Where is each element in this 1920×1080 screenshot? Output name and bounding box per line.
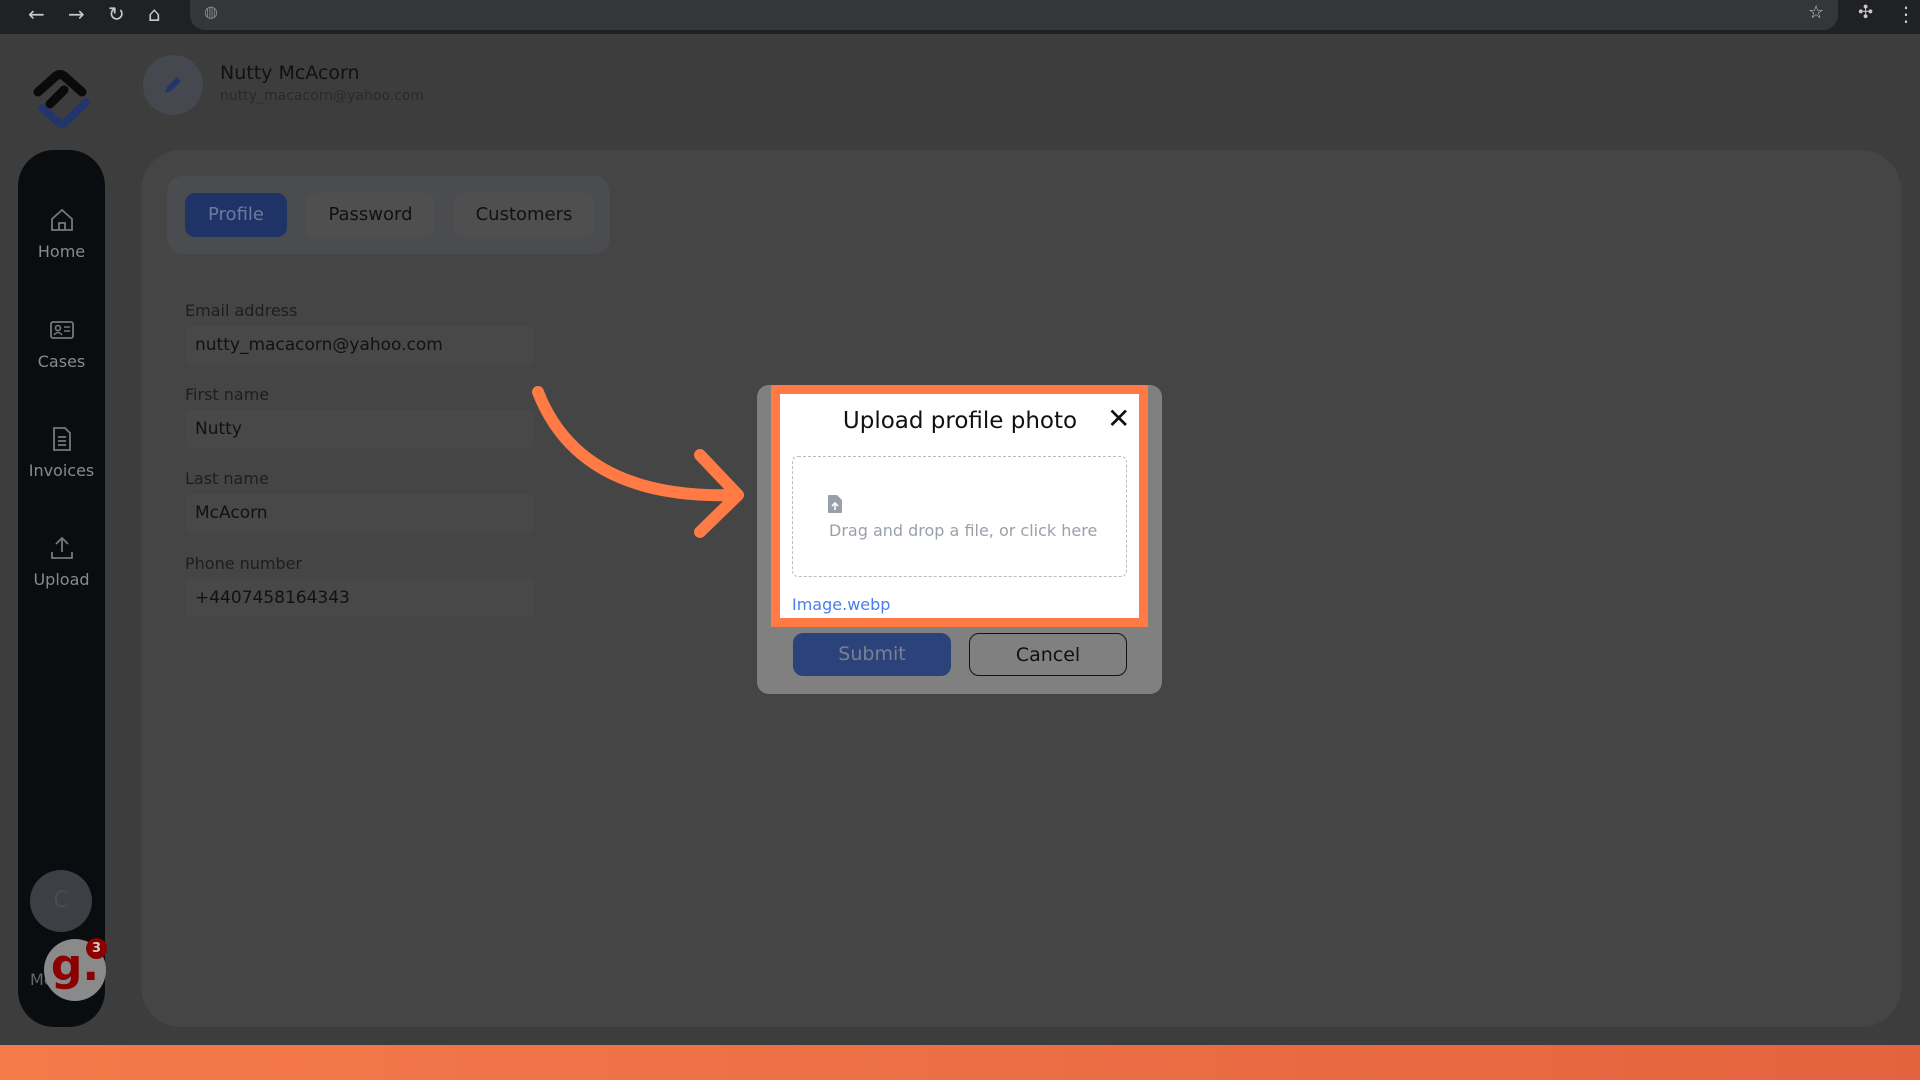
highlight-box: Upload profile photo ✕ Drag and drop a f… — [771, 385, 1148, 627]
sidebar: Home Cases Invoices Upload C Mo — [18, 150, 105, 1027]
forward-icon[interactable]: → — [68, 2, 85, 26]
tab-customers[interactable]: Customers — [454, 193, 594, 237]
tab-bar: Profile Password Customers — [167, 176, 610, 254]
first-name-field[interactable]: Nutty — [185, 410, 535, 448]
bookmark-star-icon[interactable]: ☆ — [1808, 2, 1824, 23]
browser-toolbar: ← → ↻ ⌂ ◍ ☆ ✣ ⋮ — [0, 0, 1920, 34]
reload-icon[interactable]: ↻ — [108, 2, 125, 26]
home-icon — [50, 208, 73, 231]
phone-field[interactable]: +4407458164343 — [185, 579, 535, 617]
bottom-banner — [0, 1045, 1920, 1080]
upload-icon — [50, 536, 73, 559]
close-icon[interactable]: ✕ — [1107, 404, 1130, 434]
extensions-icon[interactable]: ✣ — [1858, 2, 1873, 23]
document-icon — [52, 427, 71, 451]
edit-avatar-button[interactable] — [143, 55, 203, 115]
modal-title: Upload profile photo — [842, 408, 1078, 434]
notification-badge: 3 — [86, 938, 107, 959]
user-email: nutty_macacorn@yahoo.com — [220, 88, 425, 104]
submit-button[interactable]: Submit — [793, 633, 951, 676]
pencil-icon — [165, 77, 181, 93]
sidebar-item-cases[interactable]: Cases — [18, 316, 105, 371]
app-logo — [33, 70, 90, 128]
file-name-link[interactable]: Image.webp — [792, 595, 890, 614]
dropzone-text: Drag and drop a file, or click here — [829, 521, 1098, 540]
dropzone[interactable]: Drag and drop a file, or click here — [792, 456, 1127, 577]
back-icon[interactable]: ← — [28, 2, 45, 26]
sidebar-item-label: Home — [37, 242, 86, 261]
email-label: Email address — [185, 301, 298, 320]
annotation-arrow — [532, 386, 744, 538]
sidebar-item-label: Upload — [33, 570, 90, 589]
cancel-button[interactable]: Cancel — [969, 633, 1127, 676]
sidebar-item-home[interactable]: Home — [18, 206, 105, 261]
menu-icon[interactable]: ⋮ — [1896, 2, 1916, 26]
phone-label: Phone number — [185, 554, 303, 573]
tab-password[interactable]: Password — [306, 193, 435, 237]
site-info-icon[interactable]: ◍ — [204, 2, 218, 21]
tab-profile[interactable]: Profile — [185, 193, 287, 237]
last-name-field[interactable]: McAcorn — [185, 494, 535, 532]
first-name-label: First name — [185, 385, 270, 404]
last-name-label: Last name — [185, 469, 269, 488]
sidebar-item-label: Cases — [37, 352, 86, 371]
user-name: Nutty McAcorn — [220, 62, 360, 84]
home-icon[interactable]: ⌂ — [148, 2, 161, 26]
file-upload-icon — [828, 495, 842, 513]
email-field[interactable]: nutty_macacorn@yahoo.com — [185, 326, 535, 364]
sidebar-item-upload[interactable]: Upload — [18, 534, 105, 589]
user-avatar[interactable]: C — [30, 870, 92, 932]
sidebar-item-invoices[interactable]: Invoices — [18, 425, 105, 480]
id-card-icon — [49, 321, 74, 339]
address-bar[interactable]: ◍ ☆ — [190, 0, 1838, 30]
sidebar-item-label: Invoices — [28, 461, 95, 480]
